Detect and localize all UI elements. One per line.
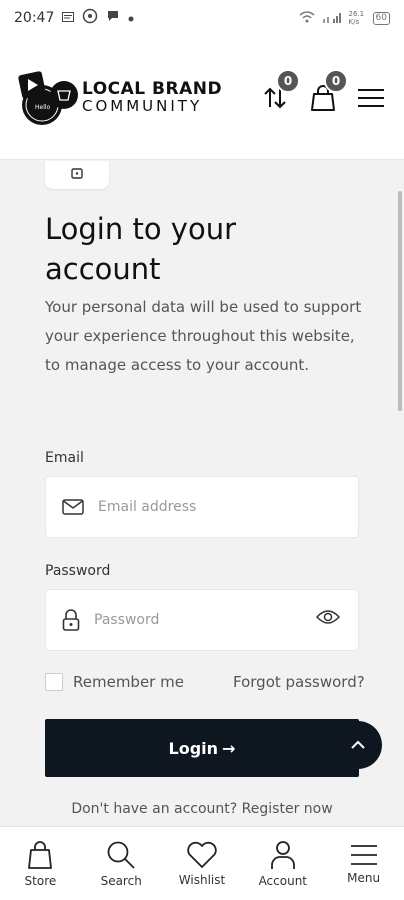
search-icon xyxy=(107,841,135,869)
scroll-to-top-button[interactable] xyxy=(334,721,382,769)
arrow-right-icon: → xyxy=(222,738,236,758)
page-scrollbar[interactable] xyxy=(398,191,402,411)
padlock-icon xyxy=(62,609,80,631)
svg-text:Hello: Hello xyxy=(35,104,51,111)
email-field[interactable] xyxy=(45,476,359,538)
hamburger-icon xyxy=(358,88,384,107)
nav-menu[interactable]: Menu xyxy=(323,827,404,900)
lock-card xyxy=(45,161,109,189)
remember-label: Remember me xyxy=(73,673,184,691)
heart-icon xyxy=(187,841,217,868)
battery-level: 60 xyxy=(375,13,387,23)
logo-line1: LOCAL BRAND xyxy=(82,78,223,99)
remember-checkbox[interactable] xyxy=(45,673,63,691)
brand-logo[interactable]: Hello LOCAL BRAND COMMUNITY xyxy=(16,67,222,129)
whatsapp-icon xyxy=(82,8,98,28)
network-speed: 26.1 K/s xyxy=(348,10,365,26)
eye-icon xyxy=(315,610,341,624)
password-field[interactable] xyxy=(45,589,359,651)
logo-line2: COMMUNITY xyxy=(82,96,203,115)
user-icon xyxy=(270,840,295,869)
nav-menu-label: Menu xyxy=(347,870,381,885)
login-button[interactable]: Login → xyxy=(45,719,359,777)
status-bar: 20:47 26.1 K/s 60 xyxy=(0,0,404,36)
cart-button[interactable]: 0 xyxy=(306,68,348,115)
chevron-up-icon xyxy=(351,740,365,749)
nav-wishlist-label: Wishlist xyxy=(178,872,226,887)
show-password-button[interactable] xyxy=(315,608,341,630)
nav-search-label: Search xyxy=(100,873,142,888)
chat-icon xyxy=(106,9,120,27)
email-input[interactable] xyxy=(98,499,288,515)
password-input[interactable] xyxy=(94,612,284,628)
hamburger-menu-button[interactable] xyxy=(354,81,388,115)
signal-icon xyxy=(321,11,343,26)
envelope-icon xyxy=(62,499,84,515)
forgot-password-link[interactable]: Forgot password? xyxy=(233,673,365,691)
menu-icon xyxy=(350,844,377,865)
email-label: Email xyxy=(45,450,84,466)
nav-wishlist[interactable]: Wishlist xyxy=(162,827,243,900)
nav-search[interactable]: Search xyxy=(81,827,162,900)
nav-account[interactable]: Account xyxy=(242,827,323,900)
site-header: Hello LOCAL BRAND COMMUNITY 0 0 xyxy=(0,36,404,160)
lock-icon xyxy=(71,168,83,179)
bottom-navigation: Store Search Wishlist Account Menu xyxy=(0,826,404,900)
cart-count-badge: 0 xyxy=(324,68,348,93)
password-label: Password xyxy=(45,563,111,579)
nav-store[interactable]: Store xyxy=(0,827,81,900)
register-link[interactable]: Don't have an account? Register now xyxy=(0,801,404,817)
battery-icon: 60 xyxy=(372,11,390,25)
nav-account-label: Account xyxy=(258,873,308,888)
login-section: Login to your account Your personal data… xyxy=(0,161,404,826)
wifi-icon xyxy=(299,10,315,26)
compare-button[interactable]: 0 xyxy=(258,68,300,115)
dot-icon xyxy=(128,10,134,26)
logo-text: LOCAL BRAND COMMUNITY xyxy=(82,78,223,115)
bag-icon xyxy=(28,840,53,869)
status-time: 20:47 xyxy=(14,10,55,26)
nav-store-label: Store xyxy=(24,873,57,888)
login-button-label: Login xyxy=(168,738,219,758)
message-icon xyxy=(62,10,75,26)
page-title: Login to your account xyxy=(45,212,236,286)
compare-count-badge: 0 xyxy=(276,68,300,93)
logo-badge-icon: Hello xyxy=(16,67,78,129)
page-description: Your personal data will be used to suppo… xyxy=(45,298,362,374)
remember-me[interactable]: Remember me xyxy=(45,673,184,691)
